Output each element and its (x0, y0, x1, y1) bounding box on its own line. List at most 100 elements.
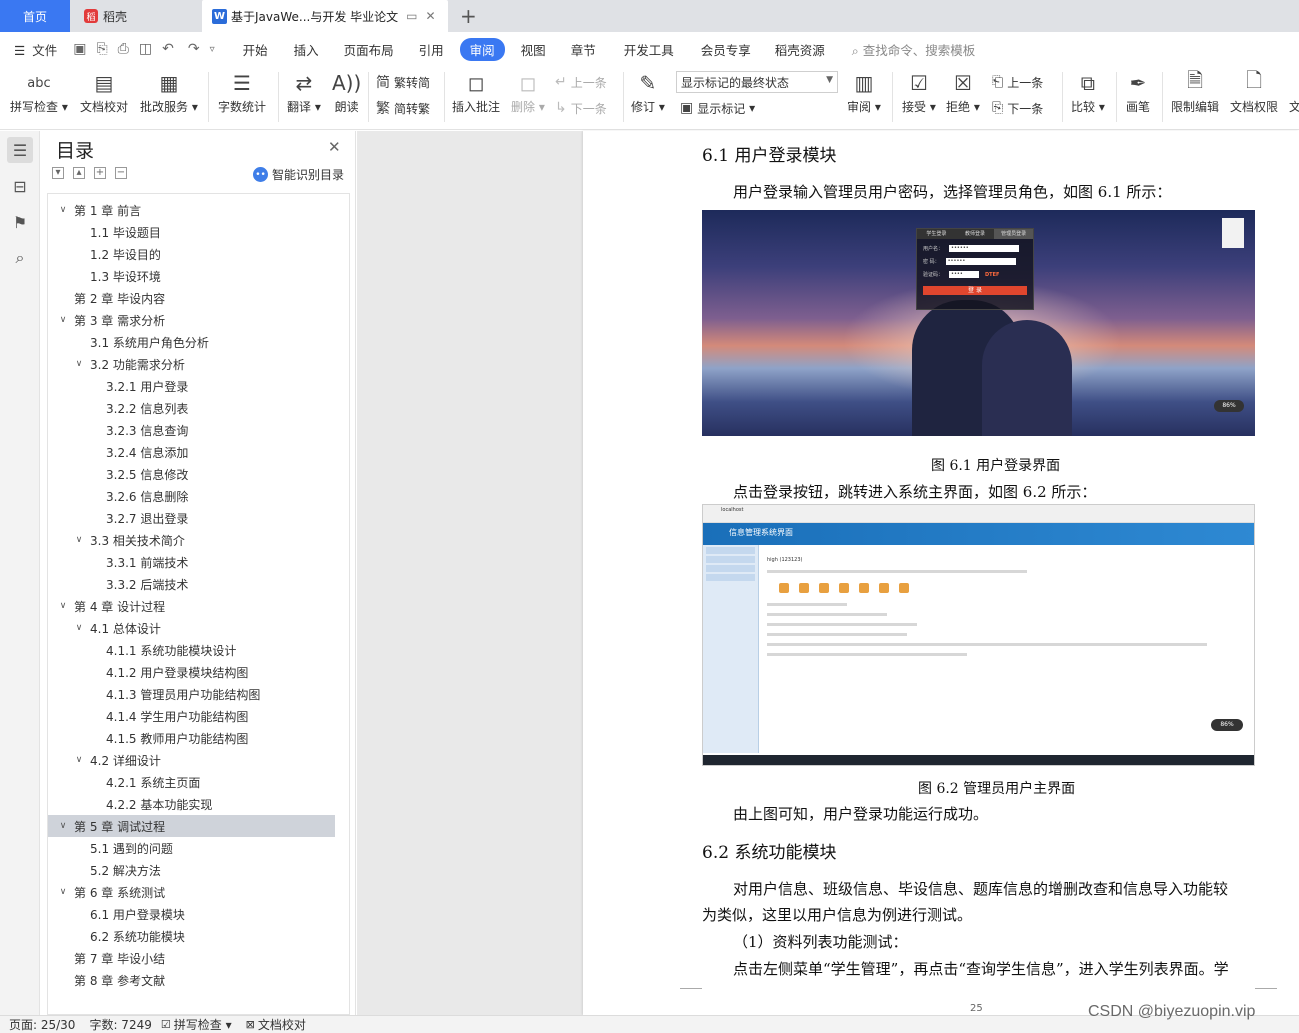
menu-page-layout[interactable]: 页面布局 (344, 40, 394, 59)
toc-item[interactable]: 3.3.1 前端技术 (48, 551, 335, 573)
chevron-down-icon[interactable]: ∨ (72, 623, 86, 633)
more-chevron-icon[interactable]: ▿ (210, 44, 215, 55)
export-icon[interactable]: ⎘ (96, 41, 107, 57)
undo-icon[interactable]: ↶ (162, 41, 174, 57)
toc-item[interactable]: 3.2.4 信息添加 (48, 441, 335, 463)
toc-item[interactable]: 3.2.3 信息查询 (48, 419, 335, 441)
menu-start[interactable]: 开始 (243, 40, 268, 59)
delete-comment-button[interactable]: ◻ 删除 ▾ (511, 68, 545, 115)
close-tab-icon[interactable]: ✕ (426, 9, 436, 23)
page-indicator[interactable]: 页面: 25/30 (9, 1016, 75, 1033)
word-count-button[interactable]: ☰ 字数统计 (218, 68, 266, 115)
trad-to-simp-button[interactable]: 简繁转简 (376, 71, 430, 93)
menu-chapter[interactable]: 章节 (571, 40, 596, 59)
toc-item[interactable]: 4.2.1 系统主页面 (48, 771, 335, 793)
simp-to-trad-button[interactable]: 繁简转繁 (376, 97, 430, 119)
collapse-all-icon[interactable]: ▾ (52, 167, 64, 179)
toc-item[interactable]: 1.3 毕设环境 (48, 265, 335, 287)
command-search[interactable]: ⌕ 查找命令、搜索模板 (852, 40, 976, 59)
toc-item[interactable]: 3.1 系统用户角色分析 (48, 331, 335, 353)
mark-state-select[interactable]: 显示标记的最终状态 ▼ (676, 71, 838, 93)
review-pane-button[interactable]: ▥ 审阅 ▾ (847, 68, 881, 115)
toc-panel-icon[interactable]: ☰ (7, 137, 33, 163)
toc-item[interactable]: 4.1.3 管理员用户功能结构图 (48, 683, 335, 705)
toc-item[interactable]: 4.1.5 教师用户功能结构图 (48, 727, 335, 749)
spell-check-button[interactable]: abc 拼写检查 ▾ (10, 68, 68, 115)
spell-check-status[interactable]: ☑ 拼写检查 ▾ (161, 1016, 232, 1033)
menu-insert[interactable]: 插入 (294, 40, 319, 59)
tab-document[interactable]: W 基于JavaWe...与开发 毕业论文 ▭ ✕ (202, 0, 448, 32)
toc-item[interactable]: ∨ 第 6 章 系统测试 (48, 881, 335, 903)
reject-button[interactable]: ☒ 拒绝 ▾ (946, 68, 980, 115)
annotate-service-button[interactable]: ▦ 批改服务 ▾ (140, 68, 198, 115)
smart-toc-button[interactable]: •• 智能识别目录 (253, 166, 344, 183)
toc-item[interactable]: 1.2 毕设目的 (48, 243, 335, 265)
redo-icon[interactable]: ↷ (188, 41, 200, 57)
toc-item[interactable]: ∨ 4.1 总体设计 (48, 617, 335, 639)
expand-up-icon[interactable]: ▴ (73, 167, 85, 179)
revise-button[interactable]: ✎ 修订 ▾ (631, 68, 665, 115)
toc-item[interactable]: ∨ 3.3 相关技术简介 (48, 529, 335, 551)
menu-view[interactable]: 视图 (521, 40, 546, 59)
save-icon[interactable]: ▣ (73, 41, 86, 57)
word-count-indicator[interactable]: 字数: 7249 (89, 1016, 151, 1033)
remove-level-icon[interactable]: − (115, 167, 127, 179)
toc-item[interactable]: 3.2.7 退出登录 (48, 507, 335, 529)
chevron-down-icon[interactable]: ∨ (72, 359, 86, 369)
toc-item[interactable]: 第 2 章 毕设内容 (48, 287, 335, 309)
toc-item[interactable]: ∨ 第 5 章 调试过程 (48, 815, 335, 837)
toc-item[interactable]: 4.1.1 系统功能模块设计 (48, 639, 335, 661)
toc-item[interactable]: ∨ 第 3 章 需求分析 (48, 309, 335, 331)
next-change-button[interactable]: ⎘ 下一条 (992, 97, 1043, 119)
toc-item[interactable]: 5.2 解决方法 (48, 859, 335, 881)
bookmark-icon[interactable]: ⚑ (7, 209, 33, 235)
insert-comment-button[interactable]: ◻ 插入批注 (452, 68, 500, 115)
toc-item[interactable]: ∨ 4.2 详细设计 (48, 749, 335, 771)
toc-item[interactable]: 3.2.2 信息列表 (48, 397, 335, 419)
pen-button[interactable]: ✒ 画笔 (1126, 68, 1150, 115)
menu-dev-tools[interactable]: 开发工具 (624, 40, 674, 59)
prev-change-button[interactable]: ⎗ 上一条 (992, 71, 1043, 93)
toc-item[interactable]: ∨ 3.2 功能需求分析 (48, 353, 335, 375)
toc-item[interactable]: 第 7 章 毕设小结 (48, 947, 335, 969)
show-marks-button[interactable]: ▣ 显示标记 ▾ (680, 97, 755, 119)
menu-review[interactable]: 审阅 (459, 37, 505, 61)
compare-button[interactable]: ⧉ 比较 ▾ (1071, 68, 1105, 115)
toc-item[interactable]: ∨ 第 1 章 前言 (48, 199, 335, 221)
read-aloud-button[interactable]: A)) 朗读 (332, 68, 361, 115)
tab-docer[interactable]: 稻 稻壳 (72, 0, 200, 32)
toc-item[interactable]: 3.2.6 信息删除 (48, 485, 335, 507)
menu-member[interactable]: 会员专享 (701, 40, 751, 59)
toc-item[interactable]: 4.1.4 学生用户功能结构图 (48, 705, 335, 727)
restrict-edit-button[interactable]: 🗎 限制编辑 (1171, 68, 1219, 115)
chevron-down-icon[interactable]: ∨ (56, 821, 70, 831)
menu-references[interactable]: 引用 (419, 40, 444, 59)
proof-status[interactable]: ⊠ 文档校对 (246, 1016, 306, 1033)
toc-item[interactable]: 3.3.2 后端技术 (48, 573, 335, 595)
close-icon[interactable]: ✕ (328, 138, 341, 156)
toc-item[interactable]: 6.2 系统功能模块 (48, 925, 335, 947)
menu-docer-resources[interactable]: 稻壳资源 (775, 40, 825, 59)
toc-item[interactable]: 4.2.2 基本功能实现 (48, 793, 335, 815)
tab-home[interactable]: 首页 (0, 0, 70, 32)
add-level-icon[interactable]: + (94, 167, 106, 179)
toc-item[interactable]: 1.1 毕设题目 (48, 221, 335, 243)
chapter-nav-icon[interactable]: ⊟ (7, 173, 33, 199)
restore-icon[interactable]: ▭ (406, 9, 417, 23)
chevron-down-icon[interactable]: ∨ (56, 601, 70, 611)
next-comment-button[interactable]: ↳ 下一条 (555, 97, 607, 119)
toc-item[interactable]: 第 8 章 参考文献 (48, 969, 335, 991)
new-tab-button[interactable]: + (460, 4, 477, 28)
print-icon[interactable]: ⎙ (118, 41, 129, 57)
toc-item[interactable]: 5.1 遇到的问题 (48, 837, 335, 859)
toc-item[interactable]: 3.2.1 用户登录 (48, 375, 335, 397)
toc-item[interactable]: ∨ 第 4 章 设计过程 (48, 595, 335, 617)
prev-comment-button[interactable]: ↵ 上一条 (555, 71, 607, 93)
file-menu[interactable]: ☰ 文件 (14, 40, 57, 59)
doc-proof-button[interactable]: ▤ 文档校对 (80, 68, 128, 115)
translate-button[interactable]: ⇄ 翻译 ▾ (287, 68, 321, 115)
accept-button[interactable]: ☑ 接受 ▾ (902, 68, 936, 115)
search-icon[interactable]: ⌕ (7, 245, 33, 271)
toc-item[interactable]: 4.1.2 用户登录模块结构图 (48, 661, 335, 683)
toc-item[interactable]: 6.1 用户登录模块 (48, 903, 335, 925)
